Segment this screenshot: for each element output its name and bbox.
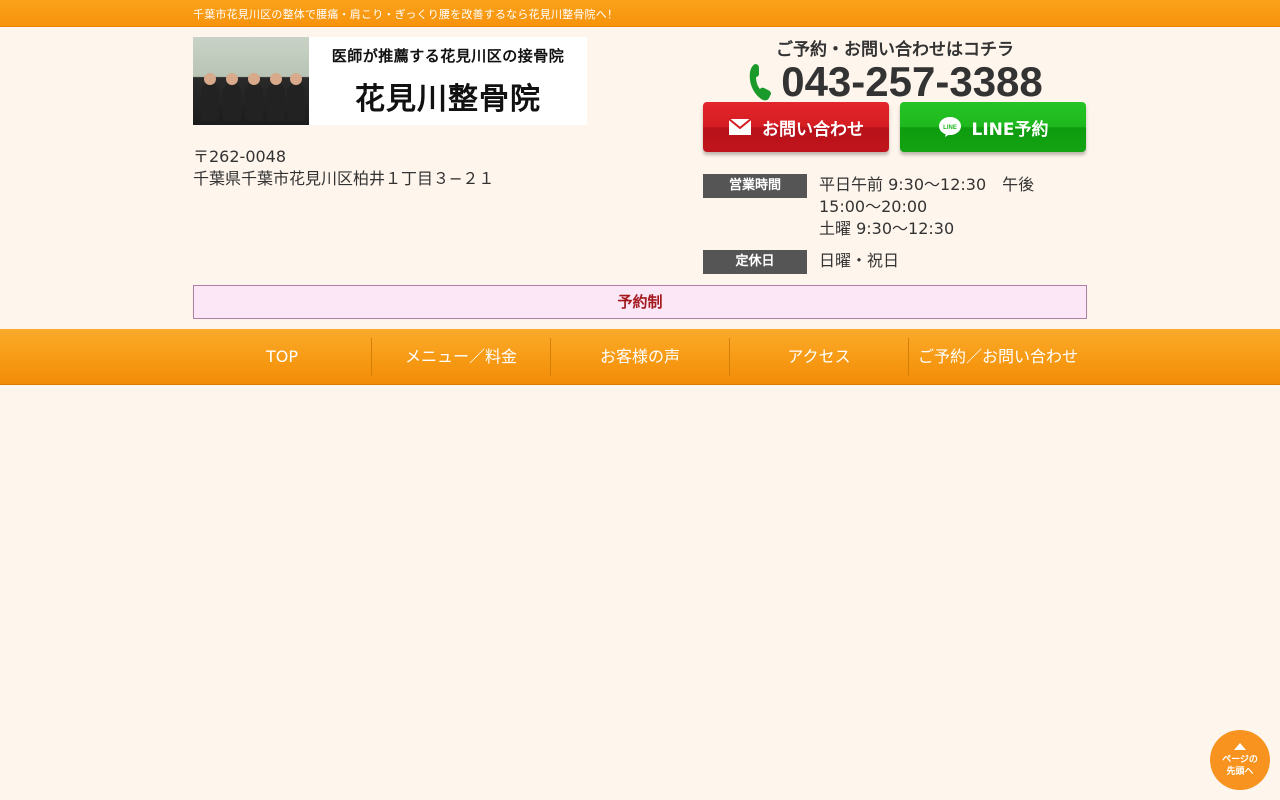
cta-buttons: お問い合わせ LINE LINE予約	[703, 102, 1086, 152]
clinic-address: 〒262-0048 千葉県千葉市花見川区柏井１丁目３−２１	[193, 146, 494, 190]
contact-mail-button[interactable]: お問い合わせ	[703, 102, 889, 152]
arrow-up-icon	[1234, 742, 1246, 750]
phone-icon	[749, 64, 772, 101]
logo-clinic-name: 花見川整骨院	[355, 81, 541, 117]
logo-subtitle: 医師が推薦する花見川区の接骨院	[331, 46, 565, 65]
business-hours: 営業時間 平日午前 9:30〜12:30 午後 15:00〜20:00 土曜 9…	[703, 174, 1087, 284]
svg-text:LINE: LINE	[943, 125, 957, 131]
mail-icon	[728, 118, 752, 136]
nav-item-voices[interactable]: お客様の声	[550, 338, 729, 376]
hours-label: 営業時間	[703, 174, 807, 198]
closed-days-label: 定休日	[703, 250, 807, 274]
back-to-top-line1: ページの	[1222, 754, 1258, 765]
back-to-top-button[interactable]: ページの 先頭へ	[1210, 730, 1270, 790]
back-to-top-line2: 先頭へ	[1226, 766, 1254, 777]
line-button-label: LINE予約	[971, 119, 1049, 140]
staff-photo	[193, 37, 309, 125]
street-address: 千葉県千葉市花見川区柏井１丁目３−２１	[193, 169, 495, 188]
postal-code: 〒262-0048	[193, 147, 287, 166]
reservation-notice: 予約制	[193, 285, 1087, 319]
tagline-text: 千葉市花見川区の整体で腰痛・肩こり・ぎっくり腰を改善するなら花見川整骨院へ！	[193, 8, 619, 21]
phone-number: 043-257-3388	[781, 58, 1043, 105]
nav-item-contact[interactable]: ご予約／お問い合わせ	[908, 338, 1087, 376]
contact-block: ご予約・お問い合わせはコチラ 043-257-3388 お問い合わせ LINE …	[703, 35, 1087, 274]
global-nav: TOP メニュー／料金 お客様の声 アクセス ご予約／お問い合わせ	[0, 329, 1280, 385]
hours-value: 平日午前 9:30〜12:30 午後 15:00〜20:00 土曜 9:30〜1…	[819, 175, 1035, 238]
line-icon: LINE	[938, 116, 962, 138]
mail-button-label: お問い合わせ	[762, 119, 864, 140]
contact-caption: ご予約・お問い合わせはコチラ	[776, 40, 1014, 60]
nav-item-top[interactable]: TOP	[193, 338, 371, 376]
phone-link[interactable]: 043-257-3388	[703, 58, 1087, 106]
nav-item-menu-price[interactable]: メニュー／料金	[371, 338, 550, 376]
site-logo[interactable]: 医師が推薦する花見川区の接骨院 花見川整骨院	[193, 37, 587, 125]
top-tagline-bar: 千葉市花見川区の整体で腰痛・肩こり・ぎっくり腰を改善するなら花見川整骨院へ！	[0, 0, 1280, 27]
site-header: 医師が推薦する花見川区の接骨院 花見川整骨院 〒262-0048 千葉県千葉市花…	[193, 27, 1087, 328]
line-reserve-button[interactable]: LINE LINE予約	[900, 102, 1086, 152]
closed-days-value: 日曜・祝日	[819, 251, 900, 270]
nav-item-access[interactable]: アクセス	[729, 338, 908, 376]
